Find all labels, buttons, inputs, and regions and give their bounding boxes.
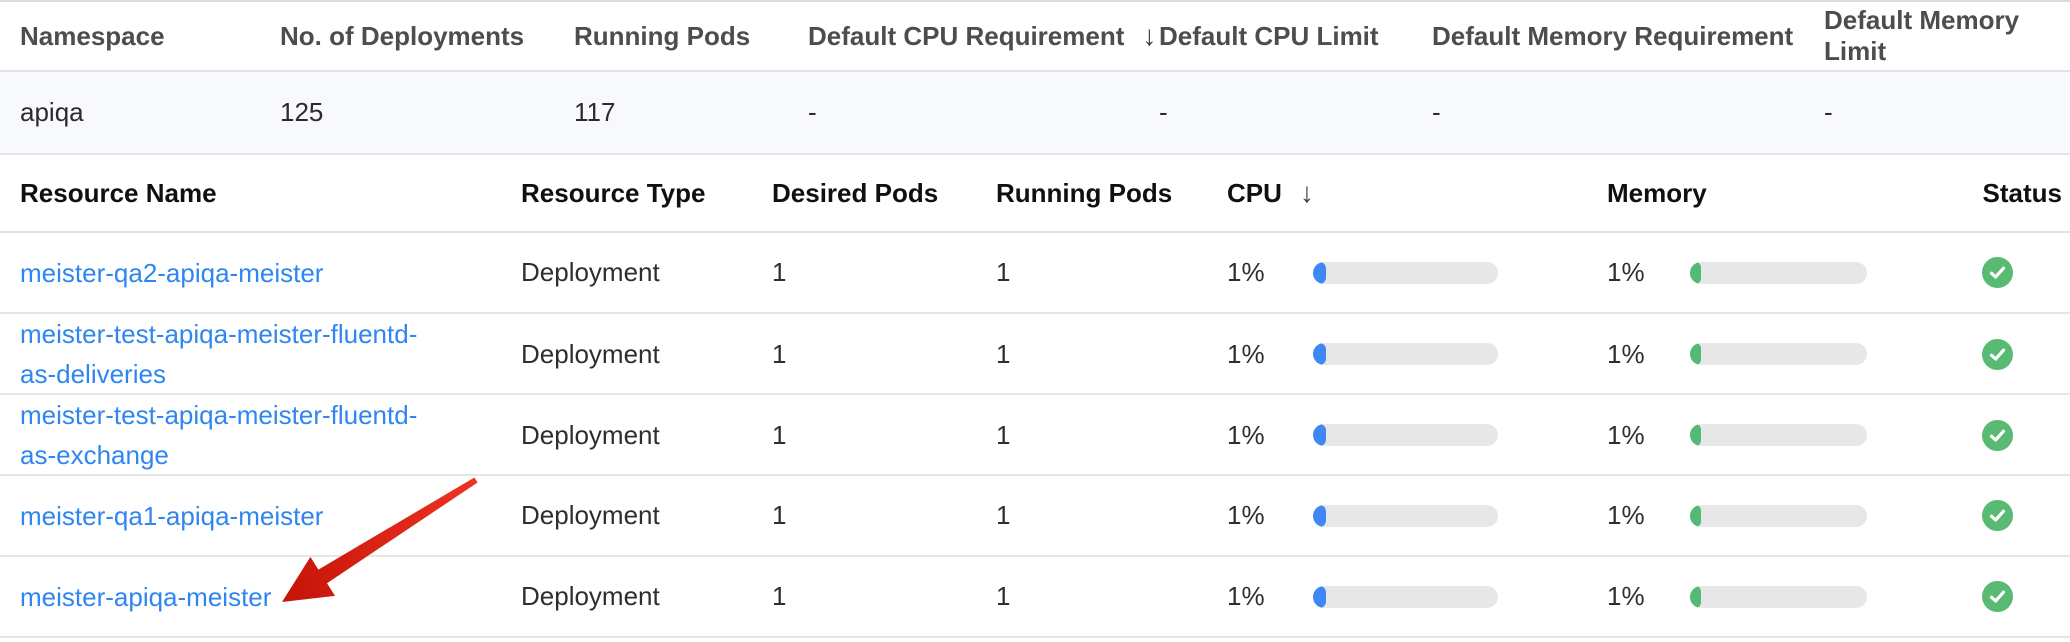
cpu-progress-bar <box>1313 262 1498 284</box>
resource-name-link-arrow-target[interactable]: meister-apiqa-meister <box>20 577 271 617</box>
cpu-progress-fill <box>1313 343 1326 365</box>
memory-progress-fill <box>1690 343 1701 365</box>
header-desired-pods[interactable]: Desired Pods <box>772 178 996 209</box>
namespace-default-memory-limit: - <box>1824 97 2062 128</box>
namespace-default-memory-requirement: - <box>1432 97 1824 128</box>
header-memory[interactable]: Memory <box>1607 178 1973 209</box>
healthy-status-icon <box>1982 420 2013 451</box>
resource-type: Deployment <box>521 581 772 612</box>
running-pods-value: 1 <box>996 257 1227 288</box>
namespace-default-cpu-requirement: - <box>808 97 1159 128</box>
resource-table: Resource Name Resource Type Desired Pods… <box>0 155 2070 638</box>
header-default-cpu-limit[interactable]: Default CPU Limit <box>1159 21 1432 52</box>
resource-type: Deployment <box>521 420 772 451</box>
desired-pods-value: 1 <box>772 257 996 288</box>
cpu-progress-bar <box>1313 586 1498 608</box>
namespace-table: Namespace No. of Deployments Running Pod… <box>0 0 2070 155</box>
header-namespace[interactable]: Namespace <box>20 21 280 52</box>
memory-progress-fill <box>1690 505 1701 527</box>
resource-type: Deployment <box>521 339 772 370</box>
cpu-progress-fill <box>1313 262 1326 284</box>
header-cpu[interactable]: CPU ↓ <box>1227 177 1607 209</box>
memory-percent: 1% <box>1607 581 1690 612</box>
resource-name-link[interactable]: meister-qa2-apiqa-meister <box>20 253 323 293</box>
resource-name-link[interactable]: meister-test-apiqa-meister-fluentd-as-de… <box>20 314 436 394</box>
running-pods-value: 1 <box>996 500 1227 531</box>
memory-progress-fill <box>1690 424 1701 446</box>
header-status[interactable]: Status <box>1973 178 2062 209</box>
resource-type: Deployment <box>521 500 772 531</box>
sort-descending-icon: ↓ <box>1300 177 1314 208</box>
running-pods-value: 1 <box>996 339 1227 370</box>
resource-row: meister-test-apiqa-meister-fluentd-as-de… <box>0 314 2070 395</box>
header-default-cpu-requirement-label: Default CPU Requirement <box>808 21 1124 51</box>
memory-progress-bar <box>1690 424 1867 446</box>
namespace-deployments-page: Namespace No. of Deployments Running Pod… <box>0 0 2070 642</box>
header-resource-name[interactable]: Resource Name <box>20 178 521 209</box>
cpu-percent: 1% <box>1227 420 1313 451</box>
resource-row: meister-qa1-apiqa-meister Deployment 1 1… <box>0 476 2070 557</box>
header-no-of-deployments[interactable]: No. of Deployments <box>280 21 574 52</box>
cpu-percent: 1% <box>1227 257 1313 288</box>
healthy-status-icon <box>1982 339 2013 370</box>
memory-percent: 1% <box>1607 420 1690 451</box>
healthy-status-icon <box>1982 500 2013 531</box>
memory-percent: 1% <box>1607 257 1690 288</box>
namespace-table-header: Namespace No. of Deployments Running Pod… <box>0 0 2070 72</box>
memory-progress-bar <box>1690 586 1867 608</box>
memory-progress-bar <box>1690 262 1867 284</box>
header-running-pods-2[interactable]: Running Pods <box>996 178 1227 209</box>
healthy-status-icon <box>1982 257 2013 288</box>
cpu-progress-fill <box>1313 586 1326 608</box>
resource-row: meister-qa2-apiqa-meister Deployment 1 1… <box>0 233 2070 314</box>
desired-pods-value: 1 <box>772 581 996 612</box>
namespace-deployments-count: 125 <box>280 97 574 128</box>
cpu-progress-fill <box>1313 505 1326 527</box>
running-pods-value: 1 <box>996 581 1227 612</box>
namespace-running-pods-count: 117 <box>574 97 808 128</box>
cpu-progress-bar <box>1313 424 1498 446</box>
resource-name-link[interactable]: meister-test-apiqa-meister-fluentd-as-ex… <box>20 395 436 475</box>
header-running-pods[interactable]: Running Pods <box>574 21 808 52</box>
resource-type: Deployment <box>521 257 772 288</box>
namespace-default-cpu-limit: - <box>1159 97 1432 128</box>
cpu-percent: 1% <box>1227 500 1313 531</box>
resource-row: meister-test-apiqa-meister-fluentd-as-ex… <box>0 395 2070 476</box>
header-default-memory-limit[interactable]: Default Memory Limit <box>1824 5 2062 67</box>
desired-pods-value: 1 <box>772 339 996 370</box>
desired-pods-value: 1 <box>772 500 996 531</box>
cpu-progress-bar <box>1313 343 1498 365</box>
desired-pods-value: 1 <box>772 420 996 451</box>
namespace-row-apiqa[interactable]: apiqa 125 117 - - - - <box>0 72 2070 155</box>
cpu-percent: 1% <box>1227 339 1313 370</box>
header-default-memory-requirement[interactable]: Default Memory Requirement <box>1432 21 1824 52</box>
memory-percent: 1% <box>1607 339 1690 370</box>
cpu-progress-fill <box>1313 424 1326 446</box>
memory-progress-bar <box>1690 505 1867 527</box>
namespace-name: apiqa <box>20 97 280 128</box>
header-default-cpu-requirement[interactable]: Default CPU Requirement ↓ <box>808 20 1159 52</box>
memory-progress-fill <box>1690 262 1701 284</box>
memory-percent: 1% <box>1607 500 1690 531</box>
header-cpu-label: CPU <box>1227 178 1282 208</box>
memory-progress-bar <box>1690 343 1867 365</box>
memory-progress-fill <box>1690 586 1701 608</box>
resource-table-header: Resource Name Resource Type Desired Pods… <box>0 155 2070 233</box>
cpu-progress-bar <box>1313 505 1498 527</box>
resource-name-link[interactable]: meister-qa1-apiqa-meister <box>20 496 323 536</box>
resource-row: meister-apiqa-meister Deployment 1 1 1% … <box>0 557 2070 638</box>
running-pods-value: 1 <box>996 420 1227 451</box>
header-resource-type[interactable]: Resource Type <box>521 178 772 209</box>
sort-descending-icon: ↓ <box>1142 20 1156 51</box>
healthy-status-icon <box>1982 581 2013 612</box>
cpu-percent: 1% <box>1227 581 1313 612</box>
